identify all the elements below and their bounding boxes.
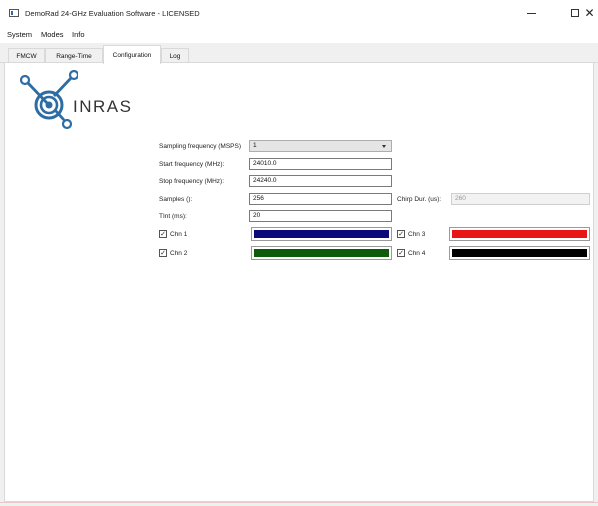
logo-text: INRAS [73,97,133,116]
chn2-checkbox[interactable]: ✓ [159,249,167,257]
chn1-label: Chn 1 [170,231,188,238]
chn4-color-swatch [452,249,587,257]
minimize-button[interactable] [509,2,553,24]
close-icon: ✕ [584,6,595,20]
tint-label: TInt (ms): [159,213,187,220]
close-button[interactable]: ✕ [581,2,598,24]
menu-system[interactable]: System [7,30,32,39]
samples-label: Samples (): [159,196,193,203]
chn3-checkbox[interactable]: ✓ [397,230,405,238]
configuration-panel [4,62,594,502]
chn4-checkbox[interactable]: ✓ [397,249,405,257]
start-frequency-label: Start frequency (MHz): [159,161,225,168]
window-bottom-border [0,502,598,503]
menu-bar: System Modes Info [0,27,598,43]
stop-frequency-input[interactable]: 24240.0 [249,175,392,187]
minimize-icon [526,12,536,14]
stop-frequency-label: Stop frequency (MHz): [159,178,225,185]
tab-log[interactable]: Log [161,48,189,63]
chn2-color-button[interactable] [251,246,392,260]
tab-fmcw[interactable]: FMCW [8,48,45,63]
menu-modes[interactable]: Modes [41,30,64,39]
start-frequency-input[interactable]: 24010.0 [249,158,392,170]
tab-strip: FMCW Range-Time Configuration Log [0,43,598,64]
chn1-checkbox[interactable]: ✓ [159,230,167,238]
chn3-label: Chn 3 [408,231,426,238]
chn4-color-button[interactable] [449,246,590,260]
chn1-color-button[interactable] [251,227,392,241]
sampling-frequency-value: 1 [253,142,257,149]
chevron-down-icon [382,145,386,148]
chn1-color-swatch [254,230,389,238]
maximize-icon [571,9,579,17]
sampling-frequency-select[interactable]: 1 [249,140,392,152]
title-bar: DemoRad 24-GHz Evaluation Software - LIC… [0,0,598,27]
app-icon [9,9,19,17]
chirp-duration-label: Chirp Dur. (us): [397,196,442,203]
tab-range-time[interactable]: Range-Time [45,48,103,63]
menu-info[interactable]: Info [72,30,85,39]
chn3-color-swatch [452,230,587,238]
window-title: DemoRad 24-GHz Evaluation Software - LIC… [25,9,200,18]
chn3-color-button[interactable] [449,227,590,241]
chn2-color-swatch [254,249,389,257]
chirp-duration-field: 260 [451,193,590,205]
inras-logo-icon [19,70,78,130]
samples-input[interactable]: 256 [249,193,392,205]
tint-input[interactable]: 20 [249,210,392,222]
chn4-label: Chn 4 [408,250,426,257]
tab-configuration[interactable]: Configuration [103,45,161,64]
sampling-frequency-label: Sampling frequency (MSPS) [159,143,242,150]
chn2-label: Chn 2 [170,250,188,257]
